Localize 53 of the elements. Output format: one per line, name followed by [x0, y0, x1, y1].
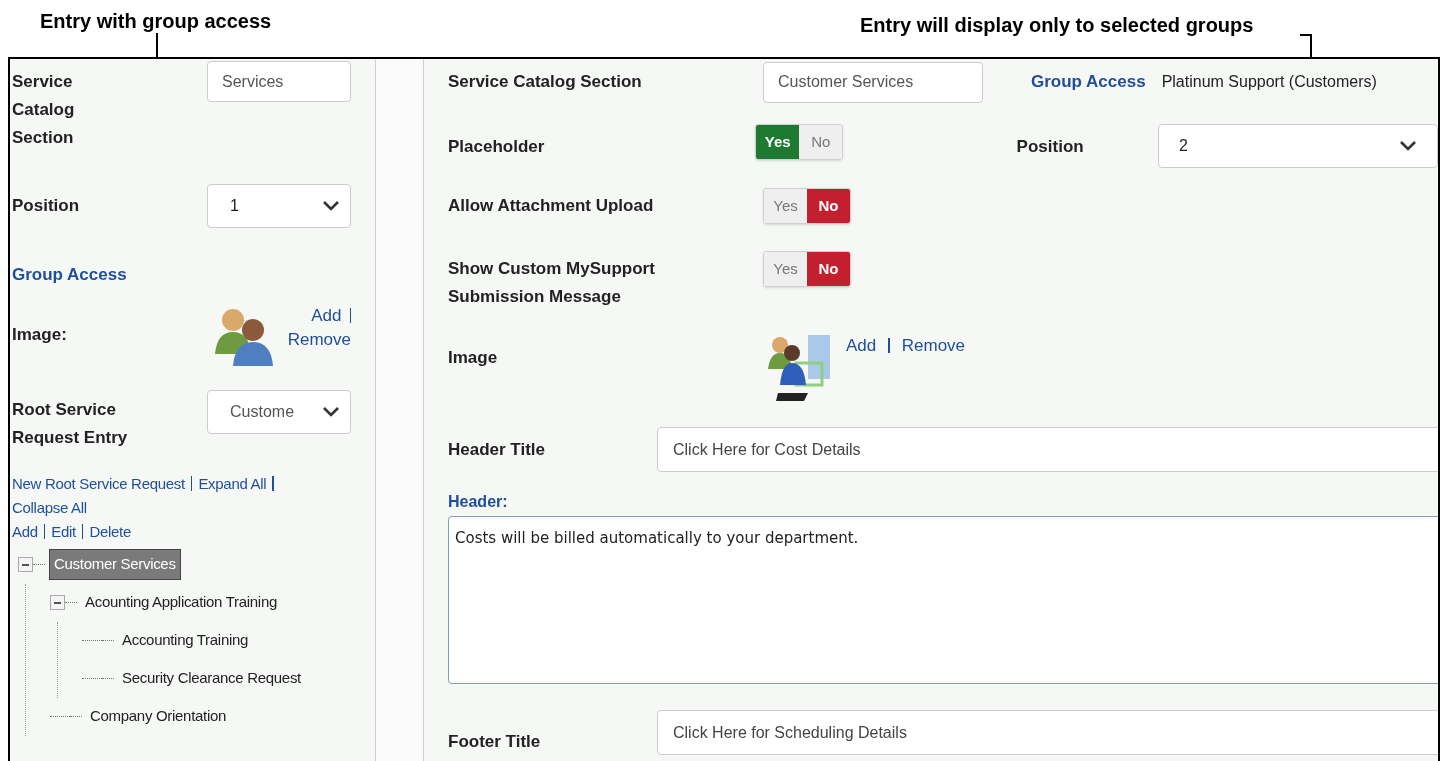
toggle-option[interactable]: Yes [756, 125, 800, 159]
link[interactable]: Remove [901, 333, 966, 359]
callout-text: Entry will display only to selected groups [860, 13, 1254, 38]
field-label: Service Catalog Section [448, 71, 643, 94]
field-label: Service Catalog Section [12, 71, 76, 149]
toggle-option[interactable]: No [799, 125, 843, 159]
text-field[interactable]: Click Here for Cost Details [657, 427, 1438, 472]
field-label: Image: [12, 323, 67, 346]
field-label: Placeholder [448, 136, 546, 158]
position-select[interactable]: 2 [1158, 124, 1438, 168]
position-select[interactable]: 1 [207, 184, 351, 228]
collapse-icon[interactable] [18, 557, 33, 572]
field-label: Position [1016, 136, 1085, 158]
link[interactable]: Add [311, 303, 342, 328]
field-label: Image [448, 347, 499, 369]
text-field[interactable]: Services [207, 61, 351, 102]
link[interactable]: Collapse All [12, 495, 87, 520]
field-label: Header Title [448, 438, 546, 461]
field-label: Root Service Request Entry [12, 398, 129, 449]
link[interactable]: Delete [89, 519, 131, 544]
collapse-icon[interactable] [50, 595, 65, 610]
toggle-option[interactable]: No [807, 252, 850, 286]
chevron-down-icon [1399, 140, 1417, 152]
link[interactable]: Expand All [198, 471, 267, 496]
tree-item[interactable]: Company Orientation [86, 705, 231, 728]
header-label: Header: [448, 492, 509, 512]
group-access-value: Platinum Support (Customers) [1161, 72, 1377, 92]
text-field[interactable]: Click Here for Scheduling Details [657, 710, 1438, 755]
link[interactable]: Add [12, 519, 38, 544]
field-label: Show Custom MySupport Submission Message [448, 258, 656, 308]
chevron-down-icon [322, 200, 340, 212]
link[interactable]: New Root Service Request [12, 471, 185, 496]
toggle-option[interactable]: Yes [764, 189, 807, 223]
chevron-down-icon [322, 405, 340, 418]
tree-item[interactable]: Security Clearance Request [118, 667, 305, 690]
people-computer-icon [768, 333, 832, 403]
link[interactable]: Remove [287, 327, 351, 352]
tree-item[interactable]: Customer Services [49, 549, 181, 580]
tree-item[interactable]: Acounting Application Training [81, 591, 281, 614]
field-label: Allow Attachment Upload [448, 195, 655, 217]
toggle-option[interactable]: No [807, 189, 850, 223]
link[interactable]: Edit [51, 519, 76, 544]
field-label: Position [12, 195, 80, 218]
group-access-link[interactable]: Group Access [1031, 69, 1146, 95]
tree-item[interactable]: Accounting Training [118, 629, 253, 652]
text-field[interactable]: Customer Services [763, 61, 983, 103]
callout-text: Entry with group access [40, 9, 272, 34]
link[interactable]: Add [846, 333, 877, 359]
header-text-area[interactable]: Costs will be billed automatically to your department. [448, 516, 1438, 684]
toggle-option[interactable]: Yes [764, 252, 807, 286]
group-access-link[interactable]: Group Access [12, 262, 351, 288]
root-entry-select[interactable]: Custome [207, 389, 351, 434]
field-label: Footer Title [448, 730, 542, 753]
